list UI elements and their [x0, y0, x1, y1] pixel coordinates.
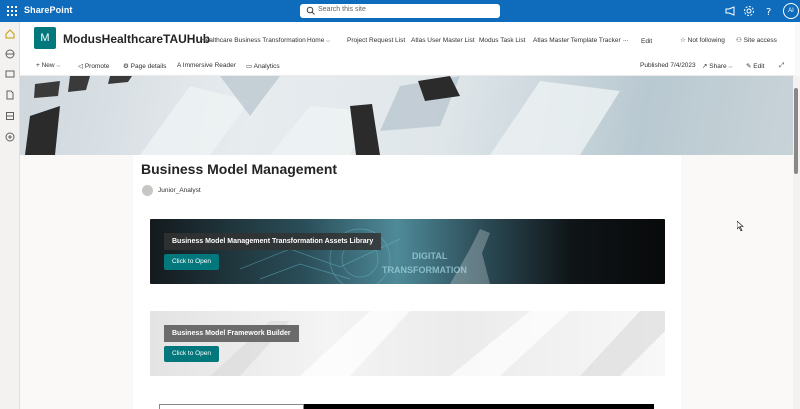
document-icon[interactable] [5, 90, 15, 100]
site-header: M ModusHealthcareTAUHub Healthcare Busin… [20, 22, 795, 56]
search-icon [306, 6, 315, 15]
lists-icon[interactable] [5, 111, 15, 121]
abstract-background-image [210, 311, 665, 376]
sharepoint-brand[interactable]: SharePoint [24, 5, 73, 15]
click-to-open-button[interactable]: Click to Open [164, 346, 220, 362]
next-section-box [159, 404, 304, 409]
click-to-open-button[interactable]: Click to Open [164, 254, 220, 270]
scrollbar-thumb[interactable] [794, 88, 798, 174]
pencil-icon: ✎ [746, 63, 752, 70]
nav-edit-link[interactable]: Edit [641, 38, 652, 45]
edit-button[interactable]: ✎ Edit [746, 62, 764, 70]
hero-image [25, 76, 620, 155]
page-title: Business Model Management [141, 161, 338, 177]
published-status: Published 7/4/2023 [640, 62, 696, 69]
home-icon[interactable] [5, 29, 15, 39]
nav-link-template-tracker[interactable]: Atlas Master Template Tracker [533, 37, 621, 44]
megaphone-icon: ◁ [78, 63, 83, 70]
megaphone-icon[interactable] [724, 5, 736, 17]
next-section-image [304, 404, 654, 409]
site-name[interactable]: ModusHealthcareTAUHub [63, 32, 210, 46]
plus-icon: + [36, 62, 40, 69]
mouse-cursor-icon [737, 221, 744, 231]
people-icon: ⚇ [736, 37, 742, 44]
news-icon[interactable] [5, 69, 15, 79]
new-button[interactable]: + New ⌵ [36, 62, 60, 69]
app-launcher-icon[interactable] [7, 6, 17, 16]
chart-icon: ▭ [246, 63, 253, 70]
gear-icon: ⚙ [123, 63, 129, 70]
user-avatar[interactable]: AI [783, 3, 799, 19]
digital-text: DIGITAL [412, 251, 448, 261]
analytics-button[interactable]: ▭ Analytics [246, 62, 280, 70]
transformation-text: TRANSFORMATION [382, 265, 467, 275]
star-icon: ☆ [680, 37, 686, 44]
suite-bar: SharePoint Search this site ? AI [0, 0, 800, 22]
nav-overflow-button[interactable]: ... [623, 36, 628, 43]
add-circle-icon[interactable] [5, 132, 15, 142]
site-logo[interactable]: M [34, 27, 56, 49]
card-title: Business Model Management Transformation… [164, 233, 382, 250]
follow-button[interactable]: ☆ Not following [680, 36, 725, 44]
nav-link-home[interactable]: Home ⌵ [307, 37, 330, 44]
gear-icon[interactable] [743, 5, 755, 17]
search-placeholder: Search this site [318, 6, 366, 13]
expand-icon[interactable]: ⤢ [779, 62, 784, 70]
share-icon: ↗ [702, 63, 708, 70]
nav-link-atlas-user[interactable]: Atlas User Master List [411, 37, 475, 44]
assets-library-card[interactable]: DIGITAL TRANSFORMATION Business Model Ma… [150, 219, 665, 284]
left-app-rail [0, 22, 20, 409]
author-name[interactable]: Junior_Analyst [158, 187, 201, 194]
nav-link-modus-task[interactable]: Modus Task List [479, 37, 525, 44]
search-input[interactable]: Search this site [300, 4, 500, 18]
reader-icon: A [177, 62, 181, 69]
nav-link-project-request[interactable]: Project Request List [347, 37, 405, 44]
page-details-button[interactable]: ⚙ Page details [123, 62, 166, 70]
framework-builder-card[interactable]: Business Model Framework Builder Click t… [150, 311, 665, 376]
svg-text:?: ? [766, 7, 771, 17]
promote-button[interactable]: ◁ Promote [78, 62, 109, 70]
help-icon[interactable]: ? [763, 5, 775, 17]
globe-icon[interactable] [5, 49, 15, 59]
nav-link-healthcare[interactable]: Healthcare Business Transformation [201, 37, 306, 44]
card-title: Business Model Framework Builder [164, 325, 299, 342]
command-bar: + New ⌵ ◁ Promote ⚙ Page details A Immer… [20, 56, 795, 76]
share-button[interactable]: ↗ Share ⌵ [702, 62, 732, 70]
digital-transformation-image: DIGITAL TRANSFORMATION [239, 228, 490, 284]
author-avatar-icon[interactable] [142, 185, 153, 196]
immersive-reader-button[interactable]: A Immersive Reader [177, 62, 236, 69]
site-access-button[interactable]: ⚇ Site access [736, 36, 777, 44]
hero-banner-image [20, 76, 793, 155]
